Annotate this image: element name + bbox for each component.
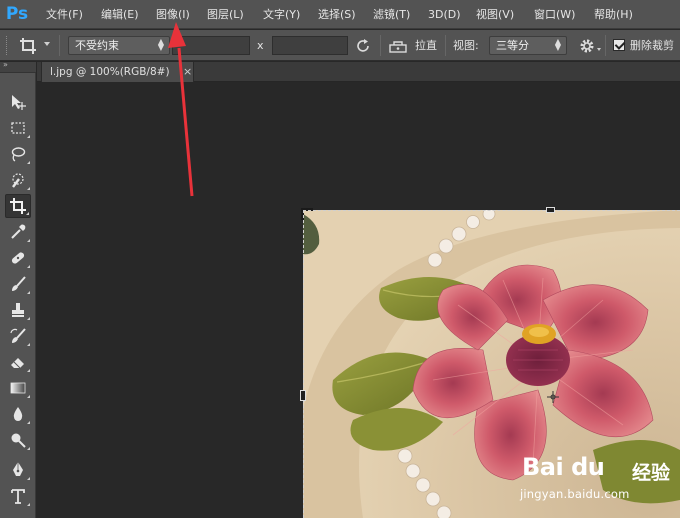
blur-icon bbox=[13, 407, 23, 421]
flyout-indicator bbox=[27, 161, 30, 164]
close-icon[interactable]: × bbox=[183, 62, 192, 82]
flyout-indicator bbox=[27, 265, 30, 268]
ratio-select-value: 不受约束 bbox=[75, 39, 119, 52]
overlay-view-select[interactable]: 三等分 ▲ ▼ bbox=[489, 36, 567, 55]
clone-stamp-tool[interactable] bbox=[5, 298, 31, 322]
eyedropper-icon bbox=[11, 224, 26, 239]
menu-file[interactable]: 文件(F) bbox=[46, 0, 83, 29]
menu-filter[interactable]: 滤镜(T) bbox=[373, 0, 410, 29]
pen-tool[interactable] bbox=[5, 458, 31, 482]
menu-type[interactable]: 文字(Y) bbox=[263, 0, 300, 29]
flyout-indicator bbox=[27, 317, 30, 320]
divider bbox=[605, 35, 606, 56]
menu-3d[interactable]: 3D(D) bbox=[428, 0, 461, 29]
document-tab-title: l.jpg @ 100%(RGB/8#) bbox=[50, 66, 170, 78]
move-icon bbox=[12, 95, 26, 110]
flyout-indicator bbox=[27, 291, 30, 294]
quick-select-icon bbox=[12, 173, 24, 188]
type-icon bbox=[11, 489, 25, 504]
menu-window[interactable]: 窗口(W) bbox=[534, 0, 575, 29]
menu-image[interactable]: 图像(I) bbox=[156, 0, 190, 29]
type-tool[interactable] bbox=[5, 484, 31, 508]
brush-icon bbox=[12, 276, 26, 291]
eraser-icon bbox=[11, 358, 24, 369]
crop-handle-left[interactable] bbox=[300, 390, 306, 401]
crop-height-field[interactable] bbox=[272, 36, 348, 55]
delete-cropped-label: 删除裁剪 bbox=[630, 39, 674, 52]
flyout-indicator bbox=[27, 135, 30, 138]
flyout-indicator bbox=[27, 447, 30, 450]
gradient-tool[interactable] bbox=[5, 376, 31, 400]
document-tab[interactable]: l.jpg @ 100%(RGB/8#) × bbox=[41, 62, 194, 82]
menu-edit[interactable]: 编辑(E) bbox=[101, 0, 139, 29]
collapse-icon[interactable]: » bbox=[3, 60, 8, 69]
flyout-indicator bbox=[27, 239, 30, 242]
menu-help[interactable]: 帮助(H) bbox=[594, 0, 633, 29]
history-brush-icon bbox=[10, 328, 26, 343]
rect-marquee-icon bbox=[11, 122, 25, 134]
swap-rotate-icon[interactable] bbox=[354, 37, 372, 55]
baidu-jingyan-label: 经验 bbox=[632, 462, 671, 484]
history-brush-tool[interactable] bbox=[5, 324, 31, 348]
photoshop-logo: Ps bbox=[5, 4, 29, 24]
brush-tool[interactable] bbox=[5, 272, 31, 296]
menu-bar: Ps 文件(F) 编辑(E) 图像(I) 图层(L) 文字(Y) 选择(S) 滤… bbox=[0, 0, 680, 29]
crop-handle-top[interactable] bbox=[546, 207, 555, 213]
flyout-indicator bbox=[27, 369, 30, 372]
flyout-indicator bbox=[27, 477, 30, 480]
lasso-tool[interactable] bbox=[5, 142, 31, 166]
ratio-select[interactable]: 不受约束 ▲ ▼ bbox=[68, 36, 170, 55]
delete-cropped-checkbox[interactable] bbox=[613, 39, 625, 51]
crop-width-field[interactable] bbox=[172, 36, 250, 55]
updown-arrows-icon: ▲ ▼ bbox=[554, 37, 561, 52]
divider bbox=[445, 35, 446, 56]
chevron-down-icon[interactable] bbox=[44, 42, 50, 46]
flyout-indicator bbox=[26, 212, 29, 215]
menu-select[interactable]: 选择(S) bbox=[318, 0, 356, 29]
flyout-indicator bbox=[27, 343, 30, 346]
lasso-icon bbox=[11, 147, 26, 162]
flyout-indicator bbox=[27, 395, 30, 398]
eyedropper-tool[interactable] bbox=[5, 220, 31, 244]
blur-tool[interactable] bbox=[5, 402, 31, 426]
divider bbox=[380, 35, 381, 56]
eraser-tool[interactable] bbox=[5, 350, 31, 374]
dimension-x-label: x bbox=[257, 39, 264, 52]
clone-stamp-icon bbox=[12, 303, 24, 317]
document-tab-strip: l.jpg @ 100%(RGB/8#) × bbox=[37, 62, 680, 82]
quick-select-tool[interactable] bbox=[5, 168, 31, 192]
gradient-icon bbox=[10, 382, 26, 394]
options-grip[interactable] bbox=[6, 36, 9, 55]
gear-icon[interactable] bbox=[578, 37, 596, 55]
flyout-indicator bbox=[27, 503, 30, 506]
straighten-icon[interactable] bbox=[388, 37, 408, 55]
chevron-down-icon[interactable] bbox=[597, 48, 601, 51]
healing-brush-tool[interactable] bbox=[5, 246, 31, 270]
view-label: 视图: bbox=[453, 39, 479, 52]
baidu-watermark: Bai du 经验 jingyan.baidu.com bbox=[488, 453, 680, 518]
straighten-label[interactable]: 拉直 bbox=[415, 36, 437, 55]
crop-tool[interactable] bbox=[5, 194, 31, 218]
tools-panel: » bbox=[0, 60, 36, 518]
menu-view[interactable]: 视图(V) bbox=[476, 0, 514, 29]
divider bbox=[59, 35, 60, 56]
dodge-tool[interactable] bbox=[5, 428, 31, 452]
crop-corner-handle-top-left[interactable] bbox=[301, 208, 313, 220]
crop-preset-icon[interactable] bbox=[18, 36, 40, 56]
tools-panel-header[interactable]: » bbox=[0, 60, 36, 73]
healing-brush-icon bbox=[11, 252, 25, 264]
marquee-tool[interactable] bbox=[5, 116, 31, 140]
flyout-indicator bbox=[27, 187, 30, 190]
dodge-icon bbox=[11, 433, 26, 448]
baidu-logo: Bai du bbox=[522, 453, 605, 481]
baidu-url: jingyan.baidu.com bbox=[520, 487, 630, 501]
crop-icon bbox=[10, 198, 26, 214]
updown-arrows-icon: ▲ ▼ bbox=[157, 37, 164, 52]
pen-icon bbox=[13, 462, 23, 476]
menu-layer[interactable]: 图层(L) bbox=[207, 0, 244, 29]
overlay-view-value: 三等分 bbox=[496, 39, 529, 52]
move-tool[interactable] bbox=[5, 90, 31, 114]
options-bar: 不受约束 ▲ ▼ x 拉直 视图: 三等分 ▲ ▼ 删除裁剪 bbox=[0, 30, 680, 61]
flyout-indicator bbox=[27, 421, 30, 424]
